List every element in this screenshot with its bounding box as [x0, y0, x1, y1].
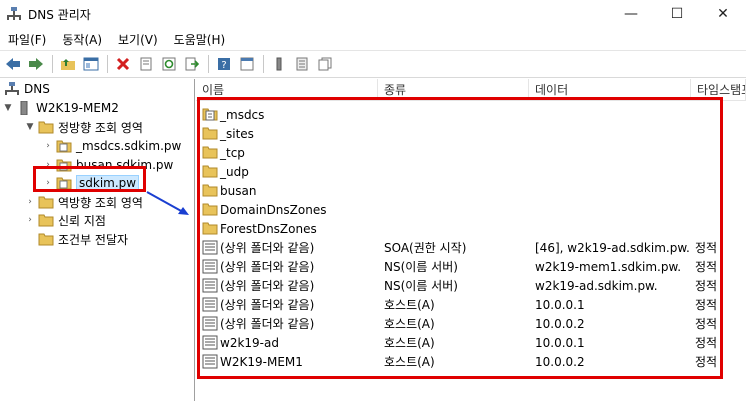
tree-item-conditional-forwarders[interactable]: 조건부 전달자 [24, 230, 128, 248]
highlight-box-list [197, 97, 723, 379]
tree-item-reverse-zones[interactable]: › 역방향 조회 영역 [24, 193, 143, 211]
menu-help[interactable]: 도움말(H) [166, 31, 234, 48]
list-icon[interactable] [291, 53, 313, 75]
chevron-right-icon[interactable]: › [24, 215, 36, 225]
tree-label: 역방향 조회 영역 [58, 195, 143, 210]
dns-app-icon [7, 7, 21, 20]
chevron-right-icon[interactable]: › [24, 197, 36, 207]
folder-icon [38, 233, 54, 246]
toolbar: ? [0, 50, 746, 78]
tree-label: 조건부 전달자 [58, 232, 129, 247]
forward-icon[interactable] [25, 53, 47, 75]
toolbar-separator [208, 55, 209, 73]
chevron-down-icon[interactable]: ▼ [2, 103, 14, 113]
folder-icon [38, 214, 54, 227]
maximize-button[interactable]: ☐ [654, 0, 700, 28]
tree-item-dns[interactable]: DNS [2, 80, 50, 98]
svg-text:?: ? [221, 60, 226, 71]
tree-label: 정방향 조회 영역 [58, 120, 143, 135]
menu-action[interactable]: 동작(A) [54, 31, 110, 48]
tree-pane: DNS ▼ W2K19-MEM2 ▼ 정방향 조회 영역 › _msdcs.sd… [0, 79, 195, 401]
export-icon[interactable] [181, 53, 203, 75]
close-button[interactable]: ✕ [700, 0, 746, 28]
tree-item-zone[interactable]: › _msdcs.sdkim.pw [42, 137, 181, 155]
properties-icon[interactable] [135, 53, 157, 75]
toolbar-separator [52, 55, 53, 73]
toolbar-separator [107, 55, 108, 73]
back-icon[interactable] [2, 53, 24, 75]
tree-label: _msdcs.sdkim.pw [76, 139, 182, 153]
minimize-button[interactable]: — [608, 0, 654, 28]
title-bar: DNS 관리자 — ☐ ✕ [0, 0, 746, 28]
up-folder-icon[interactable] [57, 53, 79, 75]
tree-label: 신뢰 지점 [58, 213, 106, 228]
menu-view[interactable]: 보기(V) [110, 31, 166, 48]
tree-item-trust-points[interactable]: › 신뢰 지점 [24, 211, 106, 229]
chevron-right-icon[interactable]: › [42, 141, 54, 151]
dns-icon [5, 82, 19, 95]
chevron-down-icon[interactable]: ▼ [24, 122, 36, 132]
copy-icon[interactable] [314, 53, 336, 75]
window-title: DNS 관리자 [28, 7, 91, 22]
console-icon[interactable] [236, 53, 258, 75]
delete-icon[interactable] [112, 53, 134, 75]
tree-item-server[interactable]: ▼ W2K19-MEM2 [2, 99, 119, 117]
show-tree-icon[interactable] [80, 53, 102, 75]
tree-item-forward-zones[interactable]: ▼ 정방향 조회 영역 [24, 118, 143, 136]
server-icon[interactable] [268, 53, 290, 75]
folder-icon [38, 196, 54, 209]
server-icon [20, 101, 28, 115]
toolbar-separator [263, 55, 264, 73]
zone-icon [56, 140, 72, 153]
highlight-box-tree [33, 166, 146, 192]
help-icon[interactable]: ? [213, 53, 235, 75]
menu-file[interactable]: 파일(F) [0, 31, 54, 48]
menu-bar: 파일(F) 동작(A) 보기(V) 도움말(H) [0, 28, 746, 50]
folder-icon [38, 121, 54, 134]
tree-label: DNS [24, 82, 50, 96]
tree-label: W2K19-MEM2 [36, 101, 119, 115]
refresh-icon[interactable] [158, 53, 180, 75]
